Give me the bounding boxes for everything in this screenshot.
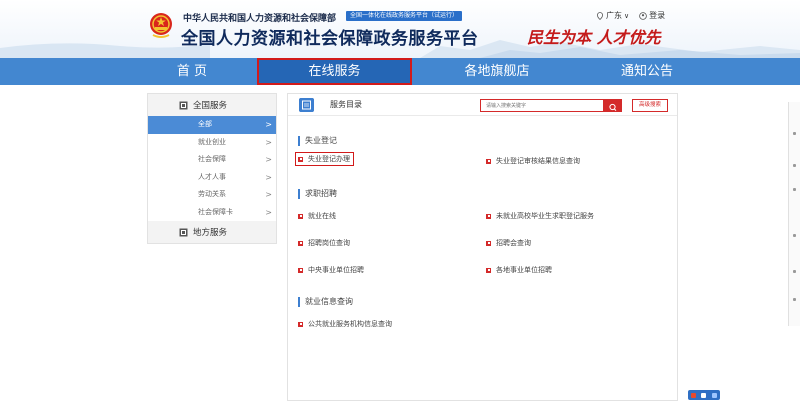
app-icon [701, 392, 707, 398]
app-icon [690, 392, 696, 398]
bullet-icon [486, 213, 491, 219]
sidebar-item-labor-relations[interactable]: 劳动关系 > [148, 186, 276, 204]
chevron-right-icon: > [265, 155, 272, 164]
system-tray-widget[interactable] [688, 390, 720, 400]
chevron-right-icon: > [265, 120, 272, 129]
service-employment-online[interactable]: 就业在线 [298, 211, 336, 221]
sidebar-local-services[interactable]: 地方服务 [148, 221, 276, 243]
bullet-icon [486, 158, 491, 164]
sidebar-item-label: 社会保障 [198, 155, 226, 163]
search-button[interactable] [604, 99, 622, 112]
location-icon [596, 11, 604, 20]
site-header: 中华人民共和国人力资源和社会保障部 全国一体化在线政务服务平台（试运行） 全国人… [0, 0, 800, 58]
sidebar-item-talent[interactable]: 人才人事 > [148, 169, 276, 187]
nav-announcements[interactable]: 通知公告 [572, 58, 722, 85]
national-services-icon [179, 101, 188, 110]
sidebar-item-employment[interactable]: 就业创业 > [148, 134, 276, 152]
service-sidebar: 全国服务 全部 > 就业创业 > 社会保障 > 人才人事 > 劳动关系 > 社会保障卡 > … [147, 93, 277, 244]
service-unemployment-registration[interactable]: 失业登记办理 [295, 152, 354, 166]
sidebar-national-services[interactable]: 全国服务 [148, 94, 276, 116]
local-services-icon [179, 228, 188, 237]
sidebar-item-label: 人才人事 [198, 172, 226, 181]
category-job-recruitment: 求职招聘 [298, 189, 337, 199]
bullet-icon [298, 240, 303, 246]
chevron-down-icon: ∨ [624, 11, 630, 20]
sidebar-item-all[interactable]: 全部 > [148, 116, 276, 134]
category-unemployment-registration: 失业登记 [298, 136, 337, 146]
nav-home[interactable]: 首 页 [128, 58, 256, 85]
tool-dot-icon [793, 164, 796, 167]
service-label: 招聘会查询 [496, 239, 531, 247]
directory-header: 服务目录 高级搜索 [288, 94, 677, 116]
region-label: 广东 [606, 11, 622, 20]
sidebar-item-social-security[interactable]: 社会保障 > [148, 151, 276, 169]
region-selector[interactable]: 广东 ∨ [596, 10, 629, 21]
service-label: 失业登记办理 [308, 155, 350, 163]
service-directory-panel: 服务目录 高级搜索 失业登记 失业登记办理 失业登记审核结果信息查询 求职招聘 … [287, 93, 678, 401]
user-icon [639, 11, 647, 20]
service-unemployment-result-query[interactable]: 失业登记审核结果信息查询 [486, 156, 580, 166]
advanced-search-button[interactable]: 高级搜索 [632, 99, 668, 112]
login-link[interactable]: 登录 [639, 10, 665, 21]
service-label: 招聘岗位查询 [308, 239, 350, 247]
chevron-right-icon: > [265, 137, 272, 147]
sidebar-item-label: 就业创业 [198, 137, 226, 146]
ministry-name: 中华人民共和国人力资源和社会保障部 [183, 14, 337, 24]
tool-dot-icon [793, 270, 796, 273]
login-label: 登录 [649, 11, 666, 20]
national-emblem-icon [150, 13, 172, 38]
service-graduate-job-registration[interactable]: 未就业高校毕业生求职登记服务 [486, 211, 594, 221]
main-nav: 首 页 在线服务 各地旗舰店 通知公告 [0, 58, 800, 85]
service-label: 中央事业单位招聘 [308, 266, 364, 274]
sidebar-national-label: 全国服务 [193, 101, 228, 111]
nav-flagship-stores[interactable]: 各地旗舰店 [422, 58, 572, 85]
service-label: 各地事业单位招聘 [496, 266, 552, 274]
platform-title: 全国人力资源和社会保障政务服务平台 [181, 29, 479, 49]
header-links: 广东 ∨ 登录 [596, 10, 665, 21]
service-label: 就业在线 [308, 212, 336, 220]
directory-icon [299, 98, 314, 112]
sidebar-item-label: 社会保障卡 [198, 207, 233, 216]
bullet-icon [298, 321, 303, 327]
slogan: 民生为本 人才优先 [527, 28, 661, 47]
search-icon [609, 103, 617, 111]
service-search-input[interactable] [480, 99, 604, 112]
service-job-position-query[interactable]: 招聘岗位查询 [298, 238, 350, 248]
beta-badge: 全国一体化在线政务服务平台（试运行） [346, 11, 463, 21]
tool-dot-icon [793, 234, 796, 237]
bullet-icon [298, 213, 303, 219]
chevron-right-icon: > [265, 190, 272, 199]
directory-title: 服务目录 [330, 100, 362, 109]
app-icon [712, 392, 718, 398]
sidebar-local-label: 地方服务 [193, 228, 228, 238]
nav-online-services[interactable]: 在线服务 [257, 58, 412, 85]
bullet-icon [298, 267, 303, 273]
tool-dot-icon [793, 188, 796, 191]
service-label: 未就业高校毕业生求职登记服务 [496, 212, 594, 220]
tool-dot-icon [793, 298, 796, 301]
service-label: 失业登记审核结果信息查询 [496, 157, 580, 165]
sidebar-item-label: 劳动关系 [198, 190, 226, 198]
service-label: 公共就业服务机构信息查询 [308, 320, 392, 328]
service-central-institution-recruit[interactable]: 中央事业单位招聘 [298, 265, 364, 275]
sidebar-item-label: 全部 [198, 120, 212, 128]
bullet-icon [486, 240, 491, 246]
right-float-toolbar[interactable] [788, 102, 800, 326]
sidebar-item-ss-card[interactable]: 社会保障卡 > [148, 204, 276, 222]
service-local-institution-recruit[interactable]: 各地事业单位招聘 [486, 265, 552, 275]
tool-dot-icon [793, 132, 796, 135]
service-public-employment-agency-query[interactable]: 公共就业服务机构信息查询 [298, 319, 392, 329]
chevron-right-icon: > [265, 172, 272, 182]
bullet-icon [298, 156, 303, 162]
category-employment-info-query: 就业信息查询 [298, 297, 353, 307]
chevron-right-icon: > [265, 207, 272, 217]
bullet-icon [486, 267, 491, 273]
service-job-fair-query[interactable]: 招聘会查询 [486, 238, 531, 248]
